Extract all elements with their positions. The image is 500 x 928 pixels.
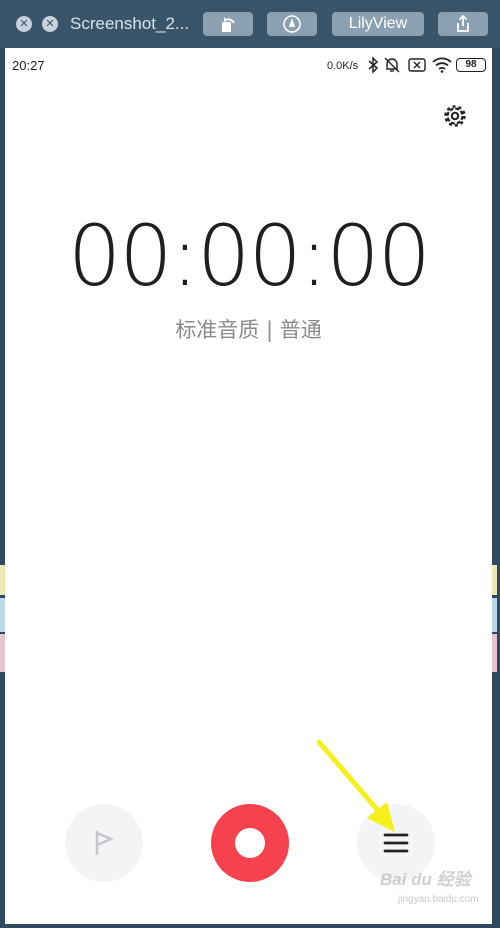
status-bar: 20:27 0.0K/s 98 [5, 48, 492, 82]
flag-icon [95, 831, 115, 855]
battery-indicator: 98 [456, 58, 486, 72]
recording-timer: 00:00:00 [67, 207, 431, 305]
share-button[interactable] [438, 12, 488, 36]
close-icon[interactable]: ✕ [16, 16, 32, 32]
share-icon [457, 14, 469, 32]
status-time: 20:27 [12, 58, 45, 73]
quality-selector[interactable]: 标准音质 | 普通 [5, 316, 492, 344]
mark-flag-button[interactable] [65, 804, 143, 882]
watermark-logo: Bai du 经验 [380, 870, 471, 889]
wifi-icon [432, 57, 452, 73]
record-button[interactable] [211, 804, 289, 882]
mute-bell-icon [384, 57, 400, 73]
minimize-icon[interactable]: ✕ [42, 16, 58, 32]
viewer-title: Screenshot_2... [70, 14, 190, 33]
rotate-icon [222, 17, 235, 32]
edge-stripe [492, 565, 497, 595]
gear-icon[interactable] [442, 103, 468, 129]
watermark-url: jingyan.baidu.com [398, 894, 479, 905]
record-dot-icon [235, 828, 265, 858]
lilyview-button[interactable]: LilyView [332, 12, 424, 36]
rotate-button[interactable] [203, 12, 253, 36]
edge-stripe [492, 634, 497, 672]
recorder-screen: 20:27 0.0K/s 98 00:00:00 标准音质 | 普通 Bai d… [5, 48, 492, 924]
viewer-title-bar: ✕ ✕ Screenshot_2... LilyView [0, 0, 500, 48]
sim-off-icon [408, 58, 426, 72]
annotation-arrow [316, 739, 395, 832]
markup-button[interactable] [267, 12, 317, 36]
markup-pen-icon [283, 15, 301, 33]
bluetooth-icon [368, 56, 379, 74]
edge-stripe [492, 598, 497, 632]
network-speed: 0.0K/s [327, 60, 359, 72]
